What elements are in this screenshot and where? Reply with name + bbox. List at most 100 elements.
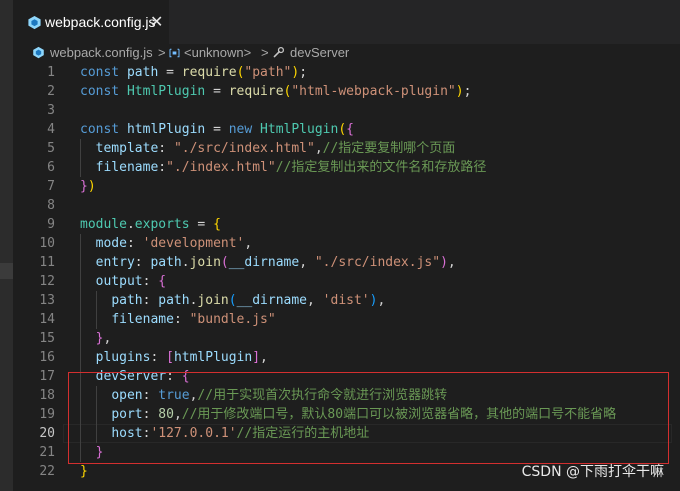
code-token: { bbox=[346, 122, 354, 137]
code-text: filename: "bundle.js" bbox=[80, 310, 275, 329]
watermark: CSDN @下雨打伞干嘛 bbox=[521, 464, 664, 480]
code-text: plugins: [htmlPlugin], bbox=[80, 348, 268, 367]
code-token: , bbox=[299, 255, 315, 270]
code-token: template bbox=[95, 141, 159, 156]
code-token: ( bbox=[338, 122, 347, 137]
code-token: join bbox=[189, 255, 221, 270]
code-token: : bbox=[134, 255, 151, 270]
code-token: "./index.html" bbox=[166, 160, 276, 175]
breadcrumb-symbol[interactable]: <unknown> bbox=[184, 44, 251, 62]
code-token: ) bbox=[455, 84, 464, 99]
code-token: ; bbox=[299, 65, 308, 80]
code-text: const path = require("path"); bbox=[80, 63, 307, 82]
code-token: } bbox=[80, 179, 88, 194]
line-number: 2 bbox=[47, 84, 55, 99]
code-token: = bbox=[158, 65, 182, 80]
code-line[interactable]: 11 entry: path.join(__dirname, "./src/in… bbox=[13, 253, 680, 272]
code-token: ] bbox=[252, 350, 261, 365]
line-number: 8 bbox=[47, 198, 55, 213]
line-number: 15 bbox=[39, 331, 55, 346]
code-token: , bbox=[307, 293, 323, 308]
line-number: 4 bbox=[47, 122, 55, 137]
code-token: htmlPlugin bbox=[173, 350, 253, 365]
variable-symbol-icon bbox=[169, 48, 180, 58]
code-text: path: path.join(__dirname, 'dist'), bbox=[80, 291, 385, 310]
code-line[interactable]: 14 filename: "bundle.js" bbox=[13, 310, 680, 329]
code-token: [ bbox=[166, 350, 174, 365]
code-line[interactable]: 15 }, bbox=[13, 329, 680, 348]
line-number: 9 bbox=[47, 217, 55, 232]
activity-bar bbox=[0, 0, 13, 491]
line-number: 21 bbox=[39, 445, 55, 460]
code-token: "html-webpack-plugin" bbox=[291, 84, 456, 99]
line-number: 22 bbox=[39, 464, 55, 479]
code-line[interactable]: 2 const HtmlPlugin = require("html-webpac… bbox=[13, 82, 680, 101]
activity-bar-indicator bbox=[0, 263, 13, 279]
wrench-icon bbox=[273, 46, 285, 58]
code-text: module.exports = { bbox=[80, 215, 221, 234]
code-token: "./src/index.js" bbox=[314, 255, 441, 270]
code-line[interactable]: 5 template: "./src/index.html",//指定要复制哪个… bbox=[13, 139, 680, 158]
code-line[interactable]: 13 path: path.join(__dirname, 'dist'), bbox=[13, 291, 680, 310]
code-token: entry bbox=[95, 255, 135, 270]
code-token: //指定复制出来的文件名和存放路径 bbox=[275, 160, 487, 175]
code-token: : bbox=[173, 312, 190, 327]
code-token: require bbox=[228, 84, 284, 99]
line-number: 13 bbox=[39, 293, 55, 308]
line-number: 7 bbox=[47, 179, 55, 194]
code-line[interactable]: 16 plugins: [htmlPlugin], bbox=[13, 348, 680, 367]
breadcrumb-file[interactable]: webpack.config.js bbox=[50, 44, 153, 62]
code-line[interactable]: 1 const path = require("path"); bbox=[13, 63, 680, 82]
code-token: 'development' bbox=[142, 236, 245, 251]
code-text: } bbox=[80, 462, 88, 481]
close-icon[interactable]: ✕ bbox=[150, 12, 163, 31]
code-text: template: "./src/index.html",//指定要复制哪个页面 bbox=[80, 139, 456, 158]
line-number: 12 bbox=[39, 274, 55, 289]
code-token: output bbox=[95, 274, 143, 289]
webpack-file-icon bbox=[33, 46, 44, 59]
code-line[interactable]: 7}) bbox=[13, 177, 680, 196]
breadcrumb-separator: > bbox=[261, 45, 269, 60]
code-token: new bbox=[228, 122, 261, 137]
code-token: { bbox=[158, 274, 167, 289]
code-token: . bbox=[126, 217, 135, 232]
code-line[interactable]: 10 mode: 'development', bbox=[13, 234, 680, 253]
code-token: ) bbox=[291, 65, 300, 80]
code-token: "path" bbox=[244, 65, 292, 80]
code-token: const bbox=[80, 84, 127, 99]
code-text: filename:"./index.html"//指定复制出来的文件名和存放路径 bbox=[80, 158, 487, 177]
code-line[interactable]: 4 const htmlPlugin = new HtmlPlugin({ bbox=[13, 120, 680, 139]
code-line[interactable]: 12 output: { bbox=[13, 272, 680, 291]
code-token: exports bbox=[134, 217, 190, 232]
code-token: HtmlPlugin bbox=[126, 84, 206, 99]
line-number: 3 bbox=[47, 103, 55, 118]
code-token: HtmlPlugin bbox=[260, 122, 339, 137]
breadcrumb: webpack.config.js > <unknown> > devServe… bbox=[13, 44, 680, 62]
tab-webpack-config[interactable]: webpack.config.js ✕ bbox=[13, 0, 169, 45]
code-token: plugins bbox=[95, 350, 151, 365]
breadcrumb-separator: > bbox=[158, 45, 166, 60]
code-line[interactable]: 6 filename:"./index.html"//指定复制出来的文件名和存放… bbox=[13, 158, 680, 177]
code-token: , bbox=[260, 350, 268, 365]
code-line[interactable]: 3 bbox=[13, 101, 680, 120]
line-number: 11 bbox=[39, 255, 55, 270]
code-token: = bbox=[205, 84, 229, 99]
code-text: output: { bbox=[80, 272, 166, 291]
code-token: filename bbox=[95, 160, 159, 175]
code-token: : bbox=[142, 274, 159, 289]
code-token: join bbox=[197, 293, 229, 308]
code-token: const bbox=[80, 122, 127, 137]
line-number: 19 bbox=[39, 407, 55, 422]
code-token: : bbox=[150, 350, 167, 365]
line-number: 20 bbox=[39, 426, 55, 441]
breadcrumb-member[interactable]: devServer bbox=[290, 44, 349, 62]
code-token: "./src/index.html" bbox=[173, 141, 315, 156]
code-line[interactable]: 9 module.exports = { bbox=[13, 215, 680, 234]
annotation-highlight-box bbox=[68, 372, 669, 464]
code-token: //指定要复制哪个页面 bbox=[322, 141, 456, 156]
code-text: const htmlPlugin = new HtmlPlugin({ bbox=[80, 120, 354, 139]
code-line[interactable]: 8 bbox=[13, 196, 680, 215]
